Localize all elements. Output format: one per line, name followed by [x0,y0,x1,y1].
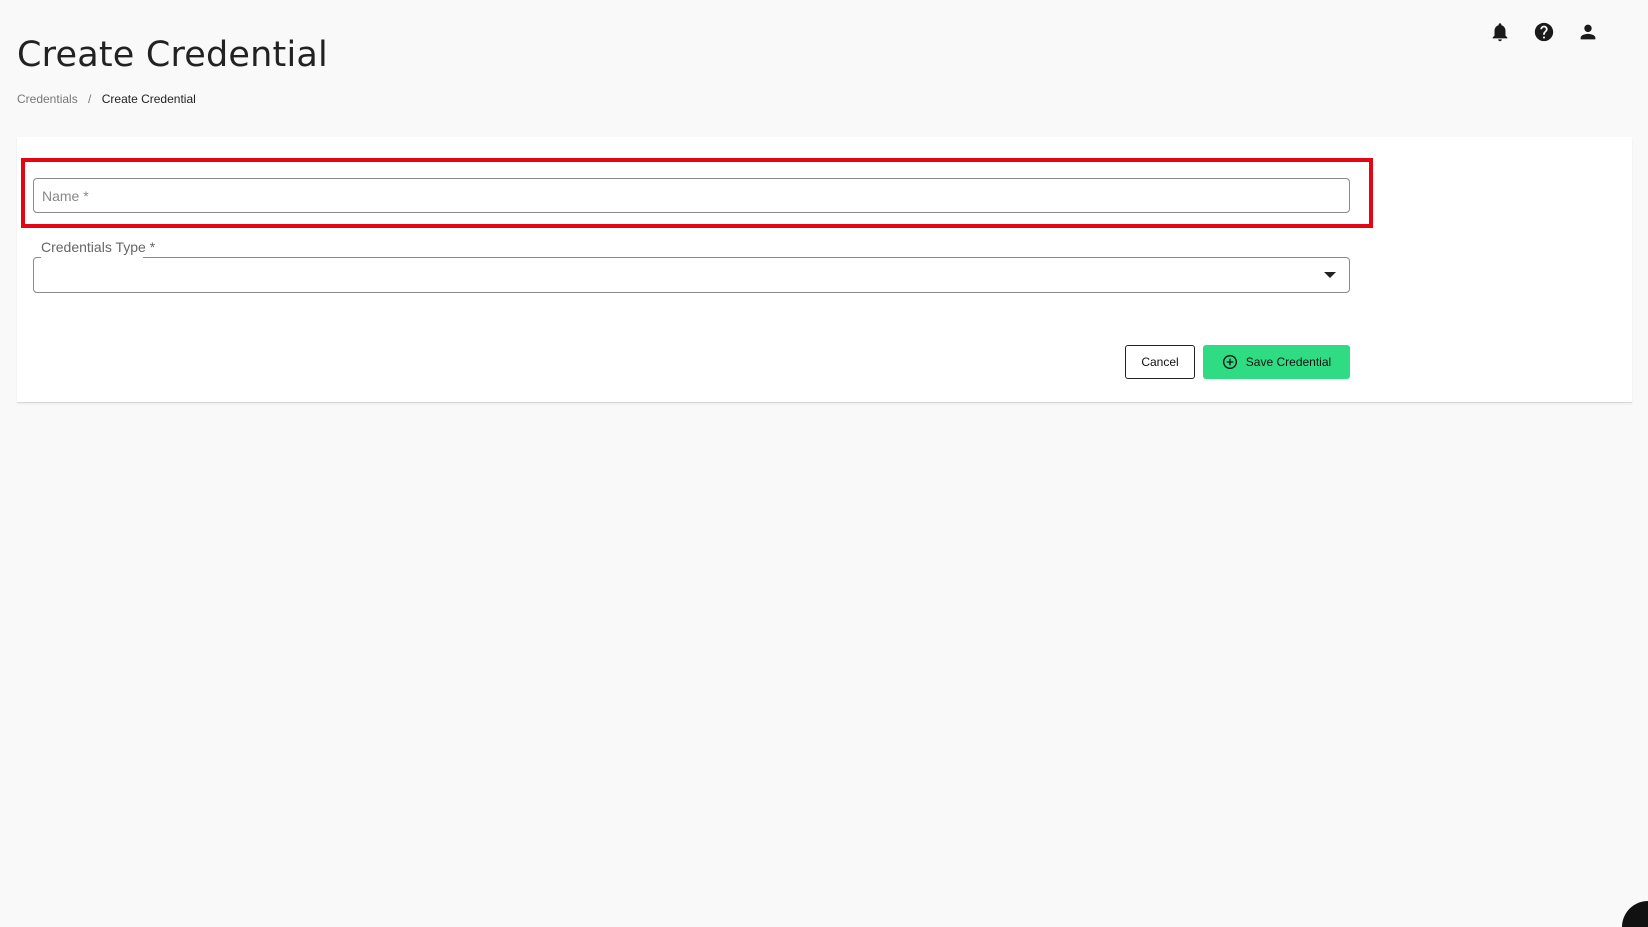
bell-icon[interactable] [1489,21,1511,43]
top-toolbar [1489,21,1599,43]
page-header: Create Credential Credentials / Create C… [17,33,328,106]
credentials-type-label: Credentials Type * [41,239,158,255]
breadcrumb: Credentials / Create Credential [17,92,328,106]
breadcrumb-parent-link[interactable]: Credentials [17,92,78,106]
chevron-down-icon [1324,272,1336,278]
corner-decoration [1622,901,1648,927]
cancel-button[interactable]: Cancel [1125,345,1195,379]
save-credential-button[interactable]: Save Credential [1203,345,1350,379]
user-icon[interactable] [1577,21,1599,43]
select-notch [41,257,143,259]
add-circle-icon [1222,355,1237,369]
help-icon[interactable] [1533,21,1555,43]
save-credential-label: Save Credential [1245,355,1332,369]
credentials-type-select[interactable] [33,257,1350,293]
breadcrumb-current: Create Credential [101,92,196,106]
breadcrumb-separator: / [88,92,92,106]
name-input[interactable] [33,178,1350,213]
page-title: Create Credential [17,35,328,75]
